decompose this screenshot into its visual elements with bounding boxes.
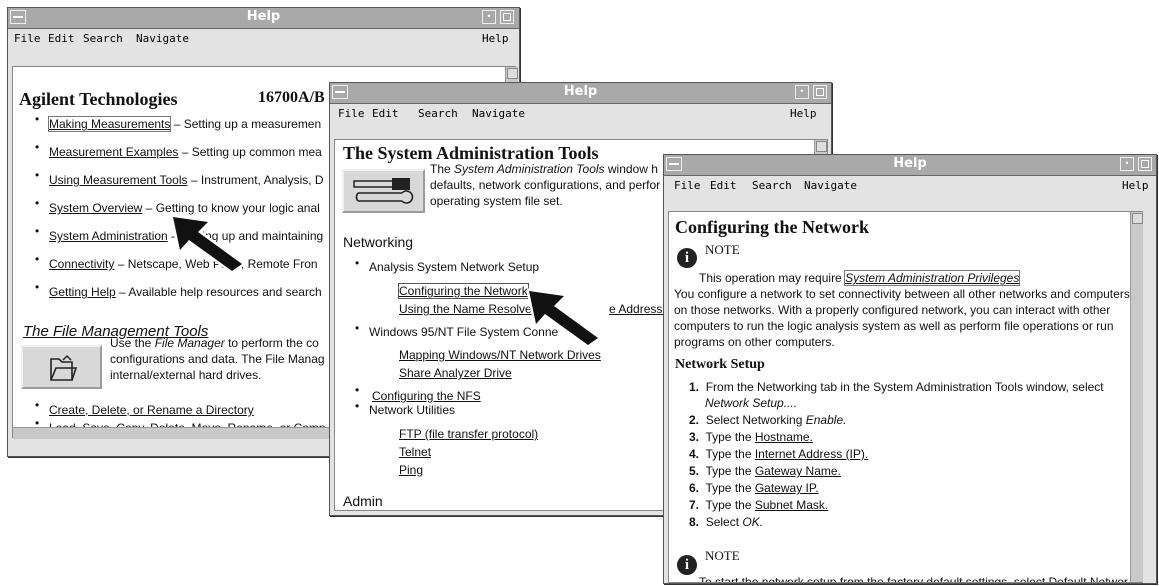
vertical-scrollbar[interactable] <box>1130 212 1143 582</box>
link-system-overview[interactable]: System Overview <box>49 201 142 215</box>
menu-edit[interactable]: Edit <box>710 179 737 192</box>
scroll-up-arrow[interactable] <box>507 68 518 79</box>
link-share-analyzer-drive[interactable]: Share Analyzer Drive <box>399 366 512 380</box>
networking-heading: Networking <box>343 234 414 250</box>
step: 2. Select Networking Enable. <box>689 413 847 427</box>
link-measurement-examples[interactable]: Measurement Examples <box>49 145 178 159</box>
page-title: The System Administration Tools <box>343 143 599 163</box>
title-bar[interactable]: Help • <box>664 155 1156 176</box>
note-label: NOTE <box>705 548 740 563</box>
menu-edit[interactable]: Edit <box>48 32 75 45</box>
scroll-up-arrow[interactable] <box>816 141 827 152</box>
step: 4. Type the Internet Address (IP). <box>689 447 869 461</box>
pointer-arrow-icon <box>170 214 245 274</box>
folder-icon <box>21 345 102 389</box>
admin-heading: Admin <box>343 493 383 509</box>
maximize-icon[interactable] <box>500 10 514 24</box>
link-system-administration[interactable]: System Administration <box>49 229 168 243</box>
link-create-directory[interactable]: Create, Delete, or Rename a Directory <box>49 403 254 417</box>
menu-bar: File Edit Search Navigate Help <box>664 176 1156 196</box>
menu-file[interactable]: File <box>674 179 701 192</box>
link-getting-help[interactable]: Getting Help <box>49 285 116 299</box>
window-title: Help <box>893 156 927 171</box>
help-content: Configuring the Network i NOTE This oper… <box>668 211 1143 583</box>
link-name-resolver[interactable]: Using the Name Resolver <box>399 302 536 316</box>
minimize-icon[interactable]: • <box>482 10 496 24</box>
link-admin-privileges[interactable]: System Administration Privileges <box>844 270 1021 286</box>
menu-bar: File Edit Search Navigate Help <box>330 104 831 124</box>
link-making-measurements[interactable]: Making Measurements <box>47 116 172 132</box>
info-icon: i <box>677 555 697 575</box>
step: 3. Type the Hostname. <box>689 430 813 444</box>
menu-help[interactable]: Help <box>482 32 509 45</box>
link-telnet[interactable]: Telnet <box>399 445 431 459</box>
scroll-up-arrow[interactable] <box>1132 213 1143 224</box>
help-window-network: Help • File Edit Search Navigate Help Co… <box>663 154 1157 584</box>
title-bar[interactable]: Help • <box>8 8 519 29</box>
menu-search[interactable]: Search <box>418 107 458 120</box>
menu-help[interactable]: Help <box>1122 179 1149 192</box>
list-item: Getting Help – Available help resources … <box>49 285 322 299</box>
menu-bar: File Edit Search Navigate Help <box>8 29 519 49</box>
link-configuring-the-network[interactable]: Configuring the Network <box>398 283 529 299</box>
window-title: Help <box>563 84 598 99</box>
step: 6. Type the Gateway IP. <box>689 481 819 495</box>
maximize-icon[interactable] <box>813 85 827 99</box>
menu-navigate[interactable]: Navigate <box>804 179 857 192</box>
page-title: Configuring the Network <box>675 217 869 237</box>
info-icon: i <box>677 248 697 268</box>
link-configuring-nfs[interactable]: Configuring the NFS <box>372 389 481 403</box>
link-mapping-drives[interactable]: Mapping Windows/NT Network Drives <box>399 348 601 362</box>
menu-edit[interactable]: Edit <box>372 107 399 120</box>
menu-navigate[interactable]: Navigate <box>136 32 189 45</box>
link-ftp[interactable]: FTP (file transfer protocol) <box>399 427 538 441</box>
step: 7. Type the Subnet Mask. <box>689 498 829 512</box>
title-bar[interactable]: Help • <box>330 83 831 104</box>
menu-file[interactable]: File <box>338 107 365 120</box>
menu-help[interactable]: Help <box>790 107 817 120</box>
note-label: NOTE <box>705 242 740 257</box>
network-setup-heading: Network Setup <box>675 357 765 372</box>
tools-icon <box>342 169 425 213</box>
maximize-icon[interactable] <box>1138 157 1152 171</box>
minimize-icon[interactable]: • <box>1120 157 1134 171</box>
menu-search[interactable]: Search <box>83 32 123 45</box>
step: 5. Type the Gateway Name. <box>689 464 841 478</box>
link-connectivity[interactable]: Connectivity <box>49 257 114 271</box>
link-using-measurement-tools[interactable]: Using Measurement Tools <box>49 173 188 187</box>
list-item: Measurement Examples – Setting up common… <box>49 145 322 159</box>
menu-search[interactable]: Search <box>752 179 792 192</box>
link-ping[interactable]: Ping <box>399 463 423 477</box>
minimize-icon[interactable]: • <box>795 85 809 99</box>
step: 8. Select OK. <box>689 515 764 529</box>
list-item: Using Measurement Tools – Instrument, An… <box>49 173 324 187</box>
list-item: Making Measurements – Setting up a measu… <box>47 116 322 132</box>
step: 1. From the Networking tab in the System… <box>689 380 1104 394</box>
model-heading: 16700A/B <box>258 89 325 106</box>
window-title: Help <box>246 9 281 24</box>
company-heading: Agilent Technologies <box>19 89 178 109</box>
menu-file[interactable]: File <box>14 32 41 45</box>
menu-navigate[interactable]: Navigate <box>472 107 525 120</box>
pointer-arrow-icon <box>526 288 601 348</box>
